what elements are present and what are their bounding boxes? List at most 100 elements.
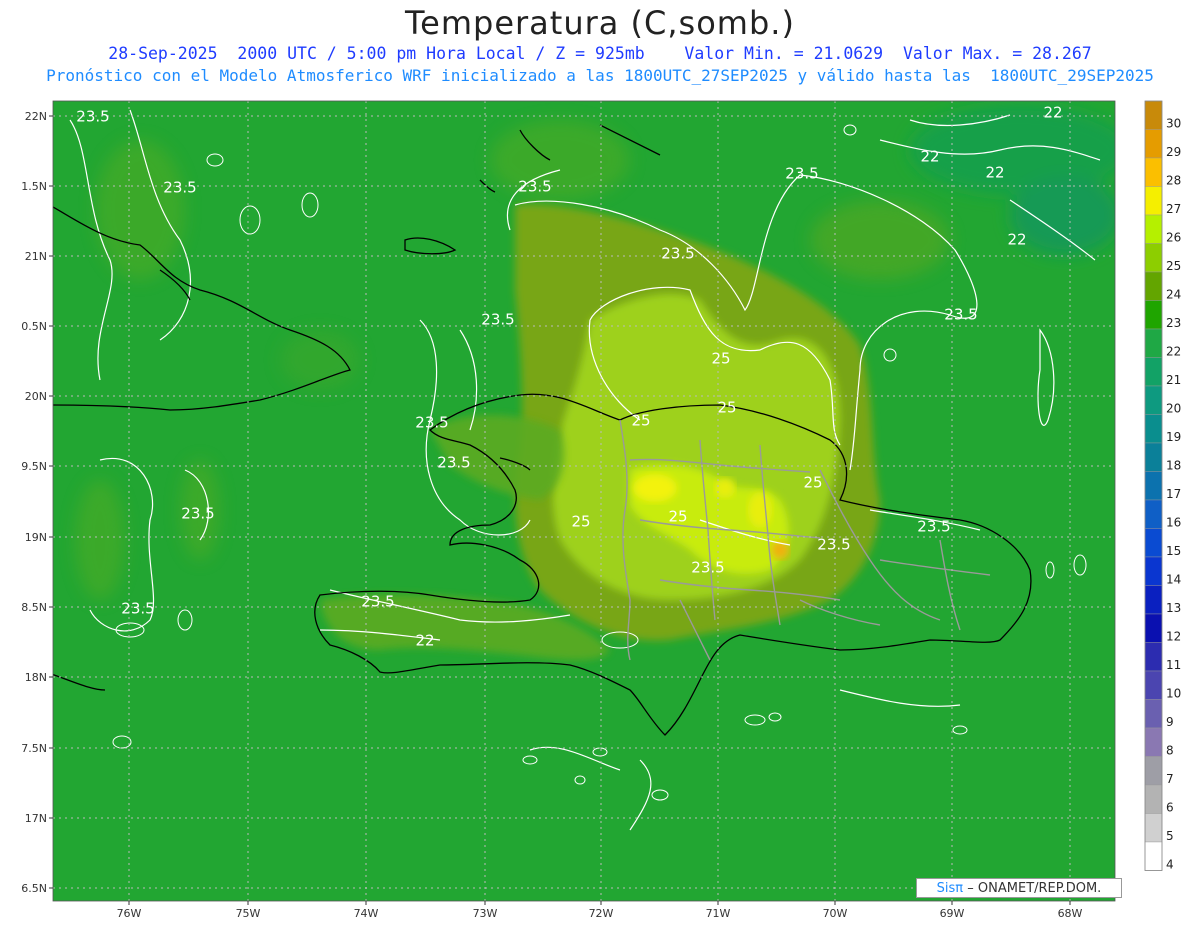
legend-swatch — [1144, 129, 1163, 159]
legend-label: 23 — [1166, 316, 1181, 330]
lon-tick-label: 75W — [236, 907, 261, 920]
lat-tick-label: 20N — [25, 390, 47, 403]
contour-label: 22 — [1007, 231, 1026, 249]
contour-label: 23.5 — [917, 518, 950, 536]
lon-tick-label: 69W — [940, 907, 965, 920]
lat-tick-label: 7.5N — [21, 742, 47, 755]
legend-swatch — [1144, 471, 1163, 501]
legend-label: 21 — [1166, 373, 1181, 387]
legend-label: 15 — [1166, 544, 1181, 558]
contour-label: 23.5 — [361, 593, 394, 611]
legend-label: 9 — [1166, 715, 1174, 729]
temperature-map: 23.5 23.5 23.5 23.5 23.5 23.5 23.5 23.5 23.5 23.5… — [21, 100, 1181, 920]
contour-label: 23.5 — [76, 108, 109, 126]
credit-text: – ONAMET/REP.DOM. — [967, 881, 1102, 896]
legend-swatch — [1144, 214, 1163, 244]
legend-label: 22 — [1166, 345, 1181, 359]
lat-tick-label: 6.5N — [21, 882, 47, 895]
contour-label: 25 — [668, 508, 687, 526]
legend-swatch — [1144, 556, 1163, 586]
legend-swatch — [1144, 385, 1163, 415]
legend-swatch — [1144, 186, 1163, 216]
lat-tick-label: 9.5N — [21, 460, 47, 473]
lat-tick-label: 17N — [25, 812, 47, 825]
color-legend: 30 29 28 27 26 25 24 23 22 21 20 19 18 17 16 15 14 13 12 11… — [1144, 100, 1181, 872]
legend-label: 4 — [1166, 858, 1174, 872]
lon-tick-label: 68W — [1058, 907, 1083, 920]
contour-label: 25 — [711, 350, 730, 368]
contour-label: 23.5 — [437, 454, 470, 472]
legend-label: 24 — [1166, 288, 1181, 302]
legend-swatch — [1144, 699, 1163, 729]
legend-swatch — [1144, 442, 1163, 472]
legend-label: 20 — [1166, 402, 1181, 416]
contour-label: 25 — [717, 399, 736, 417]
lat-tick-label: 21N — [25, 250, 47, 263]
contour-label: 23.5 — [817, 536, 850, 554]
legend-label: 27 — [1166, 202, 1181, 216]
legend-swatch — [1144, 841, 1163, 871]
legend-swatch — [1144, 157, 1163, 187]
lon-tick-label: 71W — [706, 907, 731, 920]
map-plot-area — [53, 101, 1115, 901]
lat-tick-label: 19N — [25, 531, 47, 544]
legend-swatch — [1144, 585, 1163, 615]
contour-label: 23.5 — [415, 414, 448, 432]
legend-swatch — [1144, 613, 1163, 643]
contour-label: 23.5 — [121, 600, 154, 618]
credit-brand: Sisπ — [936, 881, 964, 896]
legend-label: 13 — [1166, 601, 1181, 615]
lon-tick-label: 70W — [823, 907, 848, 920]
legend-swatch — [1144, 642, 1163, 672]
legend-swatch — [1144, 784, 1163, 814]
legend-swatch — [1144, 328, 1163, 358]
contour-label: 23.5 — [691, 559, 724, 577]
legend-label: 25 — [1166, 259, 1181, 273]
legend-label: 7 — [1166, 772, 1174, 786]
legend-swatch — [1144, 243, 1163, 273]
contour-label: 22 — [920, 148, 939, 166]
contour-label: 23.5 — [481, 311, 514, 329]
contour-label: 22 — [985, 164, 1004, 182]
contour-label: 23.5 — [181, 505, 214, 523]
legend-label: 16 — [1166, 516, 1181, 530]
legend-label: 14 — [1166, 573, 1181, 587]
legend-swatch — [1144, 100, 1163, 130]
contour-label: 25 — [631, 412, 650, 430]
legend-swatch — [1144, 756, 1163, 786]
lon-tick-label: 76W — [117, 907, 142, 920]
legend-label: 30 — [1166, 117, 1181, 131]
legend-label: 10 — [1166, 687, 1181, 701]
contour-label: 22 — [1043, 104, 1062, 122]
legend-swatch — [1144, 499, 1163, 529]
legend-swatch — [1144, 300, 1163, 330]
legend-label: 26 — [1166, 231, 1181, 245]
legend-label: 12 — [1166, 630, 1181, 644]
legend-swatch — [1144, 813, 1163, 843]
legend-label: 17 — [1166, 487, 1181, 501]
legend-label: 5 — [1166, 829, 1174, 843]
contour-label: 25 — [571, 513, 590, 531]
legend-swatch — [1144, 727, 1163, 757]
contour-label: 23.5 — [518, 178, 551, 196]
lon-tick-label: 72W — [589, 907, 614, 920]
lon-tick-label: 73W — [473, 907, 498, 920]
legend-label: 6 — [1166, 801, 1174, 815]
legend-label: 29 — [1166, 145, 1181, 159]
legend-swatch — [1144, 357, 1163, 387]
lat-tick-label: 18N — [25, 671, 47, 684]
contour-label: 23.5 — [944, 306, 977, 324]
legend-swatch — [1144, 414, 1163, 444]
lat-tick-label: 0.5N — [21, 320, 47, 333]
contour-label: 23.5 — [163, 179, 196, 197]
lat-tick-label: 22N — [25, 110, 47, 123]
legend-swatch — [1144, 271, 1163, 301]
credit-box: Sisπ – ONAMET/REP.DOM. — [916, 878, 1122, 898]
lat-tick-label: 8.5N — [21, 601, 47, 614]
legend-label: 18 — [1166, 459, 1181, 473]
legend-label: 28 — [1166, 174, 1181, 188]
contour-label: 23.5 — [785, 165, 818, 183]
lat-tick-label: 1.5N — [21, 180, 47, 193]
contour-label: 25 — [803, 474, 822, 492]
legend-label: 8 — [1166, 744, 1174, 758]
